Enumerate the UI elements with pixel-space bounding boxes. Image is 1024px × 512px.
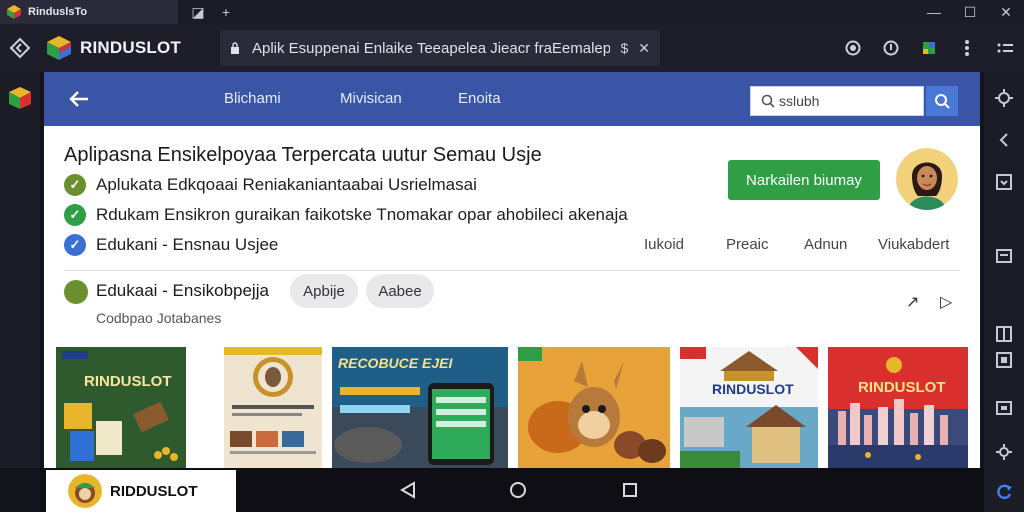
feature-item: ✓ Edukani - Ensnau Usjee: [64, 234, 278, 256]
tab-layout-icon[interactable]: ◪: [184, 0, 212, 24]
section-subtitle: Codbpao Jotabanes: [96, 310, 222, 326]
card-artwork: [224, 347, 322, 468]
app-card[interactable]: RINDUSLOT: [56, 347, 186, 468]
card-artwork: [828, 347, 968, 468]
tab-blichami[interactable]: Blichami: [224, 90, 281, 107]
recent-app-label: RIDDUSLOT: [110, 482, 198, 500]
card-title: RINDUSLOT: [84, 373, 172, 390]
gear-icon[interactable]: [994, 88, 1014, 108]
brand-cube-icon: [47, 36, 71, 60]
app-logo-icon: [68, 474, 102, 508]
check-circle-icon: ✓: [64, 204, 86, 226]
search-input[interactable]: sslubh: [750, 86, 924, 116]
bottom-nav-bar: RIDDUSLOT: [40, 468, 984, 512]
download-icon[interactable]: [872, 24, 910, 72]
record-icon[interactable]: [834, 24, 872, 72]
collapse-arrow-icon[interactable]: [994, 130, 1014, 150]
extension-icon[interactable]: [910, 24, 948, 72]
home-circle-icon[interactable]: [508, 480, 528, 500]
address-bar[interactable]: Aplik Esuppenai Enlaike Teeapelea Jieacr…: [220, 30, 660, 66]
minimize-button[interactable]: —: [916, 0, 952, 24]
search-value: sslubh: [779, 93, 820, 109]
chip-aabee[interactable]: Aabee: [366, 274, 434, 308]
feature-text: Rdukam Ensikron guraikan faikotske Tnoma…: [96, 205, 628, 224]
app-card[interactable]: RINDUSLOT: [828, 347, 968, 468]
app-viewport: Blichami Mivisican Enoita sslubh Aplipas…: [44, 72, 980, 468]
left-rail: [0, 72, 40, 468]
more-options-icon[interactable]: [986, 24, 1024, 72]
card-title: RECOBUCE EJEI: [338, 355, 453, 371]
card-artwork: [518, 347, 670, 468]
settings-cog-icon[interactable]: [994, 442, 1014, 462]
meta-label: Adnun: [804, 236, 848, 253]
page-title: Aplipasna Ensikelpoyaa Terpercata uutur …: [64, 144, 542, 166]
recents-square-icon[interactable]: [620, 480, 640, 500]
toolbar-actions: [834, 24, 1024, 72]
meta-label: Iukoid: [644, 236, 685, 253]
avatar[interactable]: [896, 148, 958, 210]
url-text: Aplik Esuppenai Enlaike Teeapelea Jieacr…: [252, 39, 611, 57]
search-icon: [935, 94, 950, 109]
meta-label: Viukabdert: [878, 236, 950, 253]
maximize-button[interactable]: ☐: [952, 0, 988, 24]
divider: [64, 270, 960, 271]
search-icon: [761, 94, 775, 108]
tab-enoita[interactable]: Enoita: [458, 90, 501, 107]
macro-icon[interactable]: [994, 350, 1014, 370]
app-card[interactable]: [224, 347, 322, 468]
title-bar: RinduslsTo ◪ + — ☐ ✕: [0, 0, 1024, 24]
next-arrow-icon[interactable]: ▷: [940, 292, 952, 312]
feature-text: Aplukata Edkqoaai Reniakaniantaabai Usri…: [96, 175, 477, 194]
app-card[interactable]: [518, 347, 670, 468]
window-tab-title: RinduslsTo: [28, 6, 88, 18]
section-title: Edukaai - Ensikobpejja: [96, 281, 269, 300]
meta-label: Preaic: [726, 236, 769, 253]
recent-app-tile[interactable]: RIDDUSLOT: [46, 470, 236, 512]
back-triangle-icon[interactable]: [398, 480, 418, 500]
media-folder-icon[interactable]: [994, 398, 1014, 418]
card-artwork: [680, 347, 818, 468]
new-tab-button[interactable]: +: [212, 0, 240, 24]
app-card[interactable]: RECOBUCE EJEI: [332, 347, 508, 468]
right-rail: [984, 72, 1024, 512]
search-button[interactable]: [926, 86, 958, 116]
browser-brand[interactable]: RINDUSLOT: [40, 24, 181, 72]
section-leaf-icon: [64, 280, 88, 304]
feature-item: ✓ Rdukam Ensikron guraikan faikotske Tno…: [64, 204, 628, 226]
card-title: RINDUSLOT: [858, 379, 946, 396]
install-button[interactable]: Narkailen biumay: [728, 160, 880, 200]
multi-instance-icon[interactable]: [994, 324, 1014, 344]
feature-text: Edukani - Ensnau Usjee: [96, 235, 279, 254]
window-tab[interactable]: RinduslsTo: [0, 0, 178, 24]
brand-name: RINDUSLOT: [80, 38, 181, 57]
chip-apbije[interactable]: Apbije: [290, 274, 358, 308]
url-clear-icon[interactable]: ✕: [638, 40, 650, 57]
lock-icon: [231, 42, 239, 54]
feature-item: ✓ Aplukata Edkqoaai Reniakaniantaabai Us…: [64, 174, 477, 196]
app-header: Blichami Mivisican Enoita sslubh: [44, 72, 980, 126]
expand-arrow-icon[interactable]: ↗: [906, 292, 919, 312]
back-arrow-icon[interactable]: [66, 86, 92, 112]
close-window-button[interactable]: ✕: [988, 0, 1024, 24]
menu-dots-icon[interactable]: [948, 24, 986, 72]
navigation-diamond-icon[interactable]: [0, 24, 40, 72]
leaf-check-icon: ✓: [64, 174, 86, 196]
app-cube-icon: [7, 5, 21, 19]
sync-icon[interactable]: [994, 482, 1014, 502]
card-title: RINDUSLOT: [712, 381, 794, 397]
url-dollar-icon[interactable]: $: [620, 40, 628, 56]
keyboard-mapping-icon[interactable]: [994, 246, 1014, 266]
screenshot-icon[interactable]: [994, 172, 1014, 192]
app-card[interactable]: RINDUSLOT: [680, 347, 818, 468]
tab-mivisican[interactable]: Mivisican: [340, 90, 402, 107]
card-artwork: [56, 347, 186, 468]
verified-check-icon: ✓: [64, 234, 86, 256]
rail-cube-icon[interactable]: [8, 86, 32, 110]
